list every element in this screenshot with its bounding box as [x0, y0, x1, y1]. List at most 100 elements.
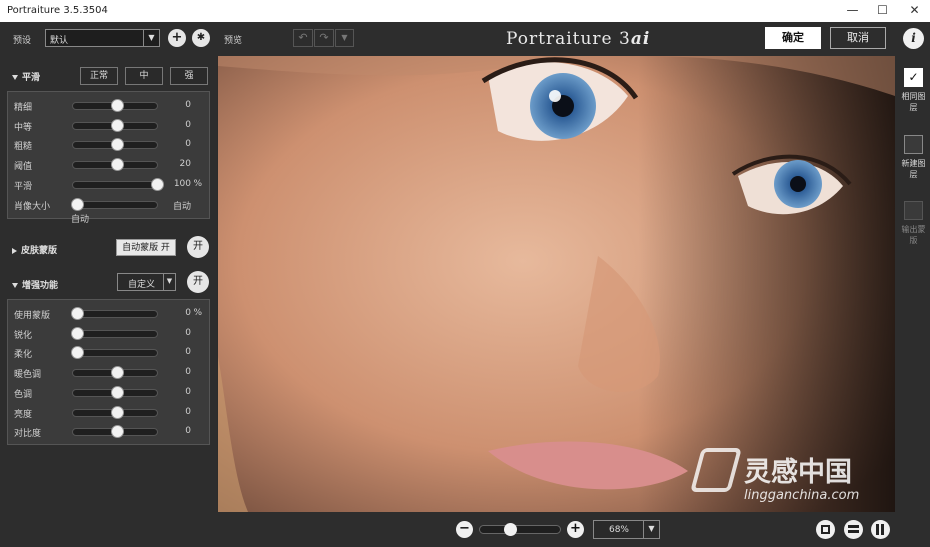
app-brand: Portraiture 3ai — [506, 29, 650, 49]
smooth-slider-value: 100 — [173, 178, 191, 189]
watermark: 灵感中国 lingganchina.com — [690, 448, 892, 508]
smooth-slider-row: 粗糙 0 — [8, 135, 211, 154]
smooth-slider-knob[interactable] — [111, 158, 124, 172]
output-panel: ✓ 相同图层 新建图层 输出蒙版 — [895, 56, 930, 512]
enhance-slider-knob[interactable] — [111, 366, 124, 380]
minimize-button[interactable]: — — [837, 0, 868, 22]
zoom-slider[interactable] — [479, 523, 561, 536]
portrait-size-auto-label: 自动 — [71, 215, 90, 225]
smooth-normal-button[interactable]: 正常 — [80, 67, 118, 85]
zoom-in-button[interactable]: + — [567, 521, 584, 538]
info-icon[interactable]: i — [903, 28, 924, 49]
triangle-down-icon — [12, 75, 18, 80]
ok-button[interactable]: 确定 — [765, 27, 821, 49]
enhance-slider-value: 0 — [185, 386, 191, 397]
enhance-slider-row: 色调 0 — [8, 383, 211, 402]
zoom-out-button[interactable]: − — [456, 521, 473, 538]
enhance-toggle[interactable]: 开 — [187, 271, 209, 293]
enhance-slider-knob[interactable] — [111, 405, 124, 419]
enhance-slider-knob[interactable] — [71, 326, 84, 340]
auto-mask-button[interactable]: 自动蒙版 开 — [116, 239, 176, 256]
smooth-slider-track[interactable] — [72, 180, 158, 189]
smooth-sliders-panel: 精细 0 中等 0 粗糙 0 阈值 20 平滑 100% 肖像大小 自动 自动 — [7, 91, 211, 225]
chevron-down-icon: ▼ — [643, 521, 659, 538]
smooth-section-toggle[interactable]: 平滑 — [12, 70, 40, 83]
enhance-slider-value: 0 — [185, 426, 191, 437]
skin-mask-section-toggle[interactable]: 皮肤蒙版 — [12, 243, 57, 256]
enhance-slider-knob[interactable] — [111, 425, 124, 439]
preset-label: 预设 — [13, 36, 32, 46]
split-horizontal-view-icon[interactable] — [844, 520, 863, 539]
enhance-slider-knob[interactable] — [71, 346, 84, 360]
smooth-slider-track[interactable] — [72, 200, 158, 209]
settings-panel: 预设 默认 ▼ + ✱ 平滑 正常 中 强 精细 0 中等 0 粗糙 0 阈值 20 平滑 100… — [0, 22, 217, 547]
smooth-strong-button[interactable]: 强 — [170, 67, 208, 85]
skin-mask-toggle[interactable]: 开 — [187, 236, 209, 258]
zoom-slider-knob[interactable] — [504, 523, 518, 536]
smooth-slider-label: 中等 — [14, 122, 33, 133]
smooth-slider-value: 自动 — [172, 201, 191, 212]
window-title: Portraiture 3.5.3504 — [7, 5, 108, 16]
smooth-medium-button[interactable]: 中 — [125, 67, 163, 85]
enhance-slider-label: 亮度 — [14, 409, 33, 420]
enhance-slider-label: 对比度 — [14, 429, 42, 440]
output-mask-checkbox[interactable] — [904, 201, 923, 220]
enhance-slider-label: 色调 — [14, 389, 33, 400]
smooth-slider-knob[interactable] — [111, 138, 124, 152]
smooth-slider-row: 肖像大小 自动 — [8, 195, 211, 214]
enhance-slider-row: 对比度 0 — [8, 422, 211, 441]
title-bar: Portraiture 3.5.3504 — ☐ ✕ — [0, 0, 930, 22]
enhance-slider-track[interactable] — [72, 310, 158, 318]
smooth-slider-knob[interactable] — [111, 99, 124, 112]
cancel-button[interactable]: 取消 — [830, 27, 886, 49]
enhance-slider-value: 0 — [185, 327, 191, 338]
split-vertical-view-icon[interactable] — [871, 520, 890, 539]
enhance-slider-value: 0 — [185, 347, 191, 358]
smooth-slider-label: 精细 — [14, 103, 33, 113]
close-button[interactable]: ✕ — [899, 0, 930, 22]
enhance-slider-knob[interactable] — [111, 385, 124, 399]
redo-icon[interactable]: ↷ — [314, 29, 334, 47]
bottom-toolbar: − + 68% ▼ — [217, 512, 930, 547]
enhance-preset-select[interactable]: 自定义 ▼ — [117, 273, 176, 291]
smooth-slider-value: 0 — [185, 119, 191, 130]
triangle-right-icon — [12, 247, 17, 254]
preset-select[interactable]: 默认 ▼ — [45, 29, 160, 47]
enhance-slider-label: 柔化 — [14, 350, 33, 361]
enhance-title: 增强功能 — [22, 281, 59, 291]
enhance-slider-knob[interactable] — [71, 307, 84, 320]
triangle-down-icon — [12, 283, 18, 288]
smooth-slider-knob[interactable] — [111, 118, 124, 132]
undo-icon[interactable]: ↶ — [293, 29, 313, 47]
enhance-slider-label: 使用蒙版 — [14, 311, 51, 321]
same-layer-checkbox[interactable]: ✓ — [904, 68, 923, 87]
enhance-slider-unit: % — [193, 308, 202, 318]
enhance-slider-row: 暖色调 0 — [8, 363, 211, 382]
add-preset-button[interactable]: + — [168, 29, 186, 47]
enhance-slider-value: 0 — [185, 406, 191, 417]
smooth-slider-row: 中等 0 — [8, 116, 211, 135]
portrait-photo — [218, 56, 895, 512]
enhance-slider-track[interactable] — [72, 349, 158, 358]
smooth-slider-value: 20 — [179, 159, 191, 170]
enhance-slider-row: 柔化 0 — [8, 343, 211, 362]
new-layer-checkbox[interactable] — [904, 135, 923, 154]
enhance-slider-track[interactable] — [72, 329, 158, 338]
preview-image[interactable]: 灵感中国 lingganchina.com — [218, 56, 895, 512]
skin-mask-title: 皮肤蒙版 — [21, 246, 58, 256]
smooth-slider-row: 精细 0 — [8, 96, 211, 115]
preset-value: 默认 — [50, 36, 69, 46]
brand-name: Portraiture 3 — [506, 29, 631, 49]
chevron-down-icon: ▼ — [143, 30, 159, 46]
smooth-slider-knob[interactable] — [71, 197, 84, 211]
single-view-icon[interactable] — [816, 520, 835, 539]
enhance-slider-label: 锐化 — [14, 330, 33, 341]
smooth-slider-label: 肖像大小 — [14, 201, 51, 212]
enhance-section-toggle[interactable]: 增强功能 — [12, 278, 58, 291]
maximize-button[interactable]: ☐ — [867, 0, 898, 22]
history-chevron-icon[interactable]: ▼ — [335, 29, 354, 47]
smooth-slider-row: 阈值 20 — [8, 155, 211, 174]
gear-icon[interactable]: ✱ — [192, 29, 210, 47]
zoom-select[interactable]: 68% ▼ — [593, 520, 660, 539]
watermark-url: lingganchina.com — [744, 488, 860, 503]
